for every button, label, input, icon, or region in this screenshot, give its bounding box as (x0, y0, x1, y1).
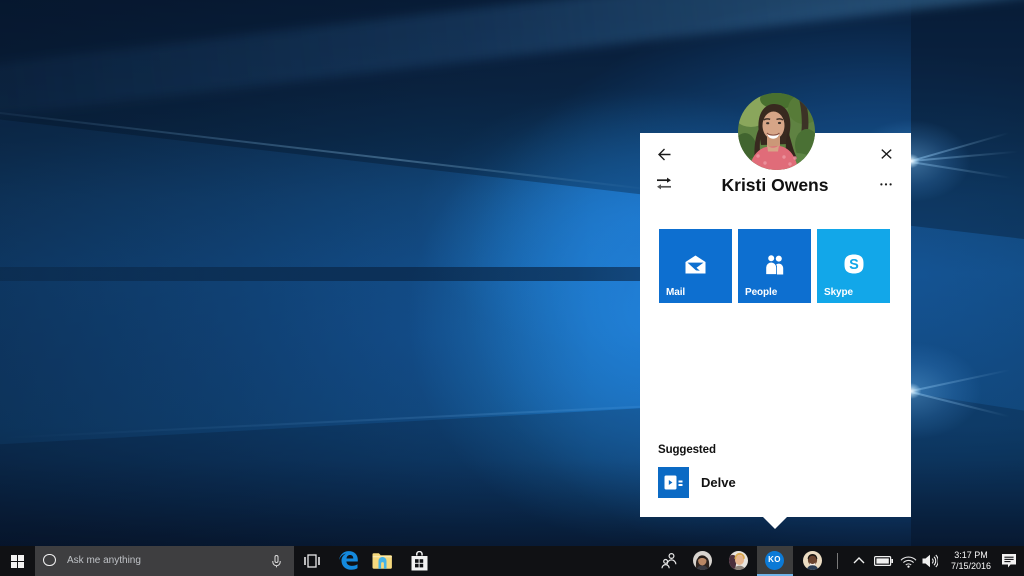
svg-text:S: S (849, 257, 859, 273)
